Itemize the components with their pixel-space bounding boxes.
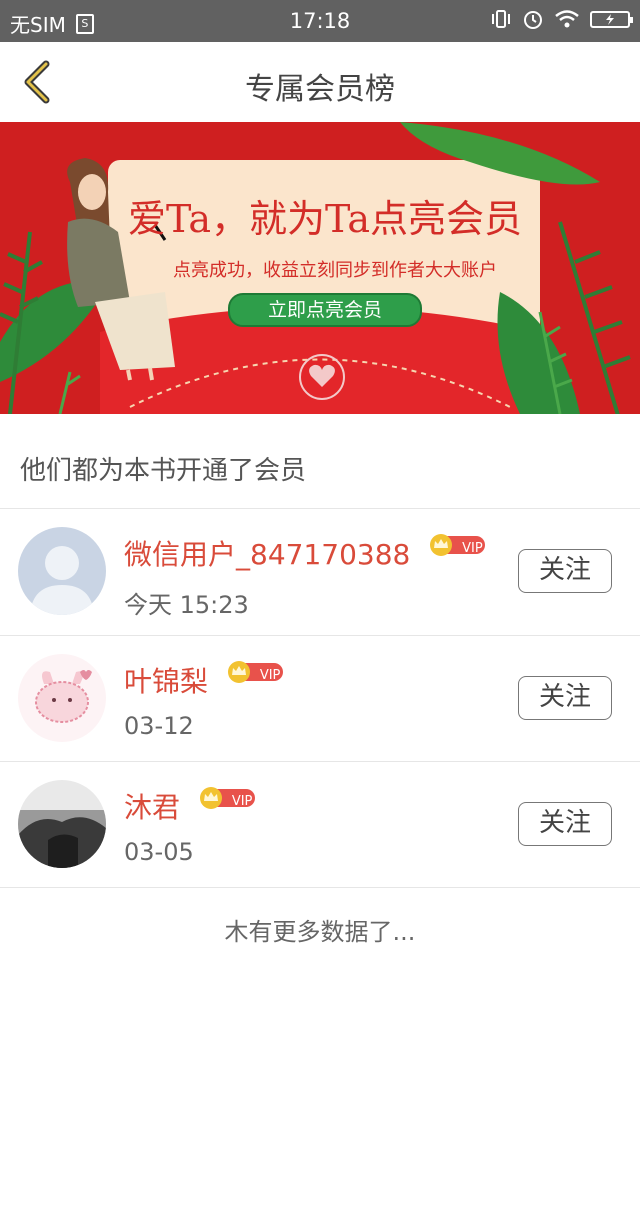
follow-button[interactable]: 关注 bbox=[518, 676, 612, 720]
banner-cta-button[interactable]: 立即点亮会员 bbox=[228, 293, 422, 327]
vip-badge: VIP bbox=[227, 658, 314, 683]
vibrate-icon bbox=[492, 10, 510, 28]
follow-button[interactable]: 关注 bbox=[518, 549, 612, 593]
member-name-text: 叶锦梨 bbox=[124, 665, 209, 698]
battery-icon bbox=[590, 10, 633, 28]
banner-headline: 爱Ta，就为Ta点亮会员 bbox=[127, 197, 523, 241]
avatar[interactable] bbox=[18, 780, 106, 868]
avatar[interactable] bbox=[18, 654, 106, 742]
member-date: 03-05 bbox=[124, 838, 194, 866]
member-row[interactable]: 沐君 VIP 03-05 关注 bbox=[0, 762, 640, 888]
member-name-text: 微信用户_847170388 bbox=[124, 538, 411, 571]
vip-label: VIP bbox=[259, 668, 281, 683]
banner-subtitle: 点亮成功，收益立刻同步到作者大大账户 bbox=[173, 260, 497, 281]
bunny-avatar-icon bbox=[18, 654, 106, 742]
default-user-icon bbox=[18, 527, 106, 615]
member-name-text: 沐君 bbox=[124, 791, 181, 824]
vip-label: VIP bbox=[462, 541, 483, 556]
member-name: 微信用户_847170388 VIP bbox=[124, 533, 517, 573]
nav-bar: 专属会员榜 bbox=[0, 42, 640, 122]
divider bbox=[0, 887, 640, 888]
promo-banner[interactable]: 爱Ta，就为Ta点亮会员 点亮成功，收益立刻同步到作者大大账户 立即点亮会员 bbox=[0, 122, 640, 414]
no-more-data-text: 木有更多数据了... bbox=[224, 918, 416, 946]
alarm-icon bbox=[524, 11, 542, 29]
member-name: 沐君 VIP bbox=[124, 786, 286, 826]
vip-badge: VIP bbox=[429, 531, 516, 556]
vip-badge: VIP bbox=[199, 784, 286, 809]
member-row[interactable]: 叶锦梨 VIP 03-12 关注 bbox=[0, 636, 640, 762]
page-title: 专属会员榜 bbox=[245, 72, 395, 107]
wifi-icon bbox=[555, 10, 579, 28]
member-name: 叶锦梨 VIP bbox=[124, 660, 314, 700]
status-bar: 无SIM S 17:18 bbox=[0, 0, 640, 42]
follow-button[interactable]: 关注 bbox=[518, 802, 612, 846]
member-date: 今天 15:23 bbox=[124, 591, 249, 619]
avatar[interactable] bbox=[18, 527, 106, 615]
vip-label: VIP bbox=[231, 794, 253, 809]
member-date: 03-12 bbox=[124, 712, 194, 740]
photo-avatar-icon bbox=[18, 780, 106, 868]
section-title: 他们都为本书开通了会员 bbox=[20, 456, 307, 486]
member-row[interactable]: 微信用户_847170388 VIP 今天 15:23 关注 bbox=[0, 509, 640, 635]
